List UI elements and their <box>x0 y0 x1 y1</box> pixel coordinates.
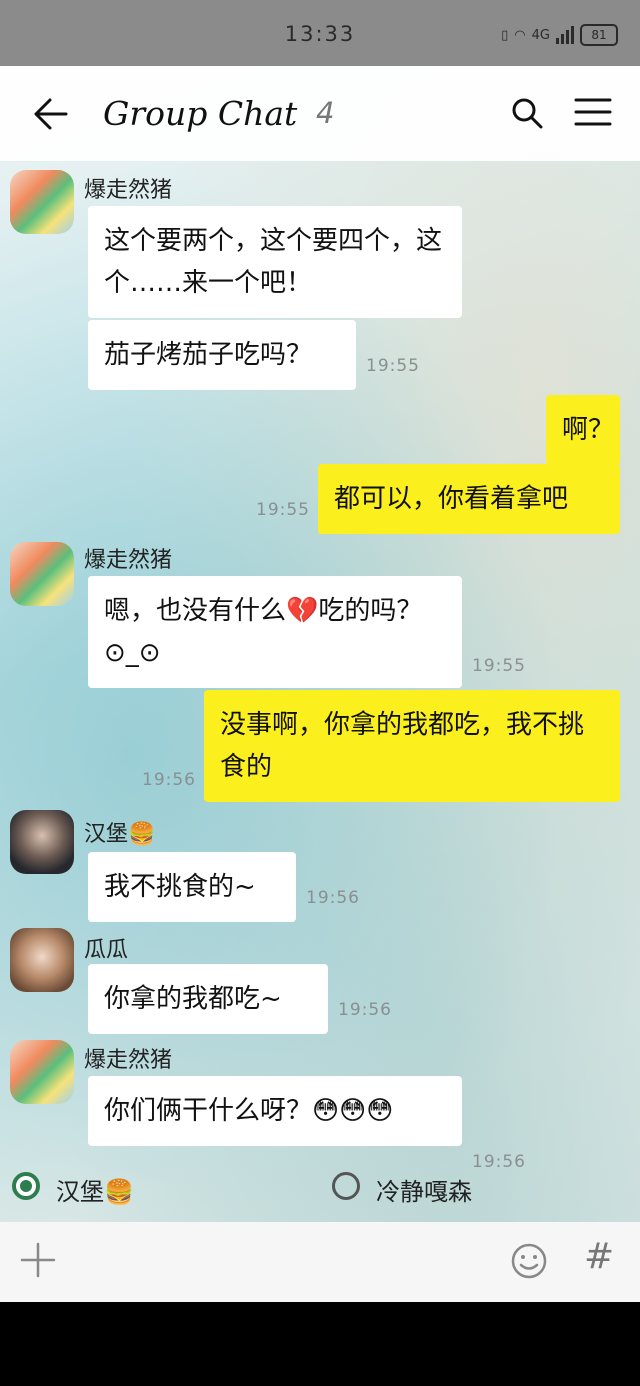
avatar[interactable] <box>10 542 74 606</box>
message-time: 19:55 <box>256 500 310 520</box>
message-time: 19:56 <box>338 1000 392 1020</box>
back-arrow-icon[interactable] <box>30 96 70 132</box>
sender-name: 爆走然猪 <box>84 178 173 203</box>
chat-title: Group Chat <box>103 94 298 133</box>
mention-selector: 汉堡🍔 冷静嘎森 <box>0 1160 640 1226</box>
message-bubble[interactable]: 茄子烤茄子吃吗？ <box>88 320 356 390</box>
menu-icon[interactable] <box>574 96 612 128</box>
radio-unselected[interactable] <box>332 1172 360 1200</box>
plus-icon[interactable] <box>20 1242 56 1278</box>
emoji-icon[interactable] <box>510 1242 548 1280</box>
wifi-icon: ◠ <box>514 27 526 43</box>
avatar[interactable] <box>10 928 74 992</box>
navigation-area <box>0 1302 640 1386</box>
avatar[interactable] <box>10 170 74 234</box>
network-label: 4G <box>531 27 550 43</box>
status-bar: 13:33 ▯ ◠ 4G 81 <box>0 0 640 66</box>
message-bubble[interactable]: 啊？ <box>546 395 620 465</box>
sender-name: 瓜瓜 <box>84 938 129 963</box>
radio-selected[interactable] <box>12 1172 40 1200</box>
vibrate-icon: ▯ <box>501 27 509 43</box>
message-time: 19:56 <box>142 770 196 790</box>
message-bubble[interactable]: 都可以，你看着拿吧 <box>318 464 620 534</box>
member-count: 4 <box>316 96 335 130</box>
message-bubble[interactable]: 这个要两个，这个要四个，这个……来一个吧！ <box>88 206 462 318</box>
top-bar: Group Chat 4 <box>0 66 640 161</box>
message-time: 19:55 <box>366 356 420 376</box>
message-bubble[interactable]: 没事啊，你拿的我都吃，我不挑食的 <box>204 690 620 802</box>
message-time: 19:56 <box>306 888 360 908</box>
message-bubble[interactable]: 你拿的我都吃~ <box>88 964 328 1034</box>
status-icons: ▯ ◠ 4G 81 <box>501 22 618 48</box>
sender-name: 爆走然猪 <box>84 1048 173 1073</box>
message-bubble[interactable]: 你们俩干什么呀？😳😳😳 <box>88 1076 462 1146</box>
avatar[interactable] <box>10 810 74 874</box>
input-bar: # <box>0 1222 640 1302</box>
message-time: 19:55 <box>472 656 526 676</box>
search-icon[interactable] <box>510 96 544 130</box>
sender-name: 汉堡🍔 <box>84 822 156 847</box>
mention-option-label[interactable]: 冷静嘎森 <box>376 1172 472 1207</box>
sender-name: 爆走然猪 <box>84 548 173 573</box>
message-bubble[interactable]: 我不挑食的~ <box>88 852 296 922</box>
battery-icon: 81 <box>580 24 618 46</box>
message-bubble[interactable]: 嗯，也没有什么💔吃的吗？⊙_⊙ <box>88 576 462 688</box>
hashtag-icon[interactable]: # <box>584 1236 614 1277</box>
avatar[interactable] <box>10 1040 74 1104</box>
chat-area[interactable]: Group Chat 4 爆走然猪 这个要两个，这个要四个，这个……来一个吧！ … <box>0 66 640 1222</box>
signal-icon <box>556 26 574 44</box>
mention-option-label[interactable]: 汉堡🍔 <box>56 1172 134 1207</box>
